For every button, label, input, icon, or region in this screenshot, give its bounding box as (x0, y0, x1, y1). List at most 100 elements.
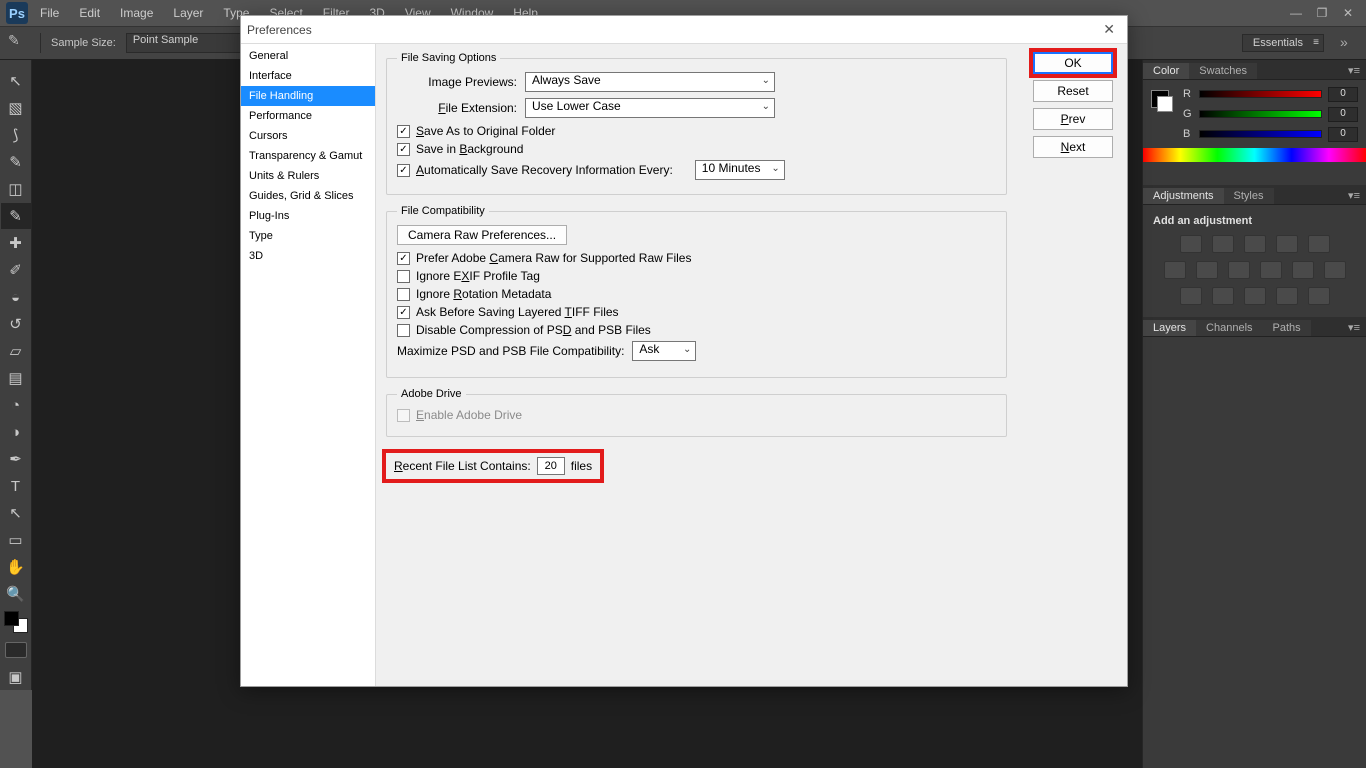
adj-colbal-icon[interactable] (1196, 261, 1218, 279)
foreground-background-colors[interactable] (1, 608, 31, 636)
gradient-tool[interactable]: ▤ (1, 365, 31, 391)
nav-guides[interactable]: Guides, Grid & Slices (241, 186, 375, 206)
maximize-icon[interactable]: ❐ (1314, 6, 1330, 20)
image-previews-select[interactable]: Always Save⌄ (525, 72, 775, 92)
save-bg-checkbox[interactable]: ✓ (397, 143, 410, 156)
r-value[interactable]: 0 (1328, 87, 1358, 102)
adj-curves-icon[interactable] (1244, 235, 1266, 253)
tab-paths[interactable]: Paths (1263, 320, 1311, 336)
type-tool[interactable]: T (1, 473, 31, 499)
ask-tiff-checkbox[interactable]: ✓ (397, 306, 410, 319)
adj-vibrance-icon[interactable] (1308, 235, 1330, 253)
nav-plugins[interactable]: Plug-Ins (241, 206, 375, 226)
nav-file-handling[interactable]: File Handling (241, 86, 375, 106)
minimize-icon[interactable]: — (1288, 6, 1304, 20)
eraser-tool[interactable]: ▱ (1, 338, 31, 364)
quickmask-toggle[interactable] (1, 637, 31, 663)
tab-adjustments[interactable]: Adjustments (1143, 188, 1224, 204)
prev-button[interactable]: Prev (1033, 108, 1113, 130)
close-icon[interactable]: ✕ (1340, 6, 1356, 20)
hand-tool[interactable]: ✋ (1, 554, 31, 580)
move-tool[interactable]: ↖ (1, 68, 31, 94)
close-icon[interactable]: ✕ (1097, 19, 1121, 40)
panel-menu-icon[interactable]: ▾≡ (1342, 62, 1366, 79)
nav-interface[interactable]: Interface (241, 66, 375, 86)
autosave-checkbox[interactable]: ✓ (397, 164, 410, 177)
search-icon[interactable]: » (1340, 34, 1358, 52)
workspace-select[interactable]: Essentials (1242, 34, 1324, 52)
adjustments-label: Add an adjustment (1153, 215, 1356, 227)
reset-button[interactable]: Reset (1033, 80, 1113, 102)
tab-styles[interactable]: Styles (1224, 188, 1274, 204)
adj-lookup-icon[interactable] (1324, 261, 1346, 279)
history-brush-tool[interactable]: ↺ (1, 311, 31, 337)
ok-button[interactable]: OK (1033, 52, 1113, 74)
adj-thresh-icon[interactable] (1244, 287, 1266, 305)
clone-tool[interactable]: ◒ (1, 284, 31, 310)
tab-layers[interactable]: Layers (1143, 320, 1196, 336)
ignore-exif-checkbox[interactable] (397, 270, 410, 283)
panel-menu-icon[interactable]: ▾≡ (1342, 187, 1366, 204)
nav-cursors[interactable]: Cursors (241, 126, 375, 146)
autosave-interval-select[interactable]: 10 Minutes⌄ (695, 160, 785, 180)
blur-tool[interactable]: ◔ (1, 392, 31, 418)
nav-general[interactable]: General (241, 46, 375, 66)
adj-levels-icon[interactable] (1212, 235, 1234, 253)
tab-channels[interactable]: Channels (1196, 320, 1262, 336)
ignore-rotation-checkbox[interactable] (397, 288, 410, 301)
adj-gradmap-icon[interactable] (1276, 287, 1298, 305)
sample-size-select[interactable]: Point Sample (126, 33, 256, 53)
adj-hue-icon[interactable] (1164, 261, 1186, 279)
camera-raw-prefs-button[interactable]: Camera Raw Preferences... (397, 225, 567, 245)
path-select-tool[interactable]: ↖ (1, 500, 31, 526)
adj-chmix-icon[interactable] (1292, 261, 1314, 279)
g-slider[interactable] (1199, 110, 1322, 118)
shape-tool[interactable]: ▭ (1, 527, 31, 553)
zoom-tool[interactable]: 🔍 (1, 581, 31, 607)
recent-file-count-input[interactable] (537, 457, 565, 475)
adj-invert-icon[interactable] (1180, 287, 1202, 305)
nav-performance[interactable]: Performance (241, 106, 375, 126)
nav-units[interactable]: Units & Rulers (241, 166, 375, 186)
b-slider[interactable] (1199, 130, 1322, 138)
panel-menu-icon[interactable]: ▾≡ (1342, 319, 1366, 336)
b-value[interactable]: 0 (1328, 127, 1358, 142)
menu-layer[interactable]: Layer (165, 4, 211, 22)
lasso-tool[interactable]: ⟆ (1, 122, 31, 148)
dodge-tool[interactable]: ◑ (1, 419, 31, 445)
file-extension-select[interactable]: Use Lower Case⌄ (525, 98, 775, 118)
crop-tool[interactable]: ◫ (1, 176, 31, 202)
brush-tool[interactable]: ✐ (1, 257, 31, 283)
tab-swatches[interactable]: Swatches (1189, 63, 1257, 79)
adj-poster-icon[interactable] (1212, 287, 1234, 305)
eyedropper-tool[interactable]: ✎ (1, 203, 31, 229)
nav-type[interactable]: Type (241, 226, 375, 246)
adj-brightness-icon[interactable] (1180, 235, 1202, 253)
screen-mode-toggle[interactable]: ▣ (1, 664, 31, 690)
color-fgbg-icon[interactable] (1151, 90, 1169, 108)
nav-transparency[interactable]: Transparency & Gamut (241, 146, 375, 166)
quickselect-tool[interactable]: ✎ (1, 149, 31, 175)
color-spectrum[interactable] (1143, 148, 1366, 162)
marquee-tool[interactable]: ▧ (1, 95, 31, 121)
g-value[interactable]: 0 (1328, 107, 1358, 122)
healing-tool[interactable]: ✚ (1, 230, 31, 256)
r-slider[interactable] (1199, 90, 1322, 98)
save-original-checkbox[interactable]: ✓ (397, 125, 410, 138)
enable-adobe-drive-checkbox (397, 409, 410, 422)
menu-edit[interactable]: Edit (71, 4, 108, 22)
disable-compression-checkbox[interactable] (397, 324, 410, 337)
nav-3d[interactable]: 3D (241, 246, 375, 266)
file-saving-legend: File Saving Options (397, 52, 500, 64)
pen-tool[interactable]: ✒ (1, 446, 31, 472)
adj-exposure-icon[interactable] (1276, 235, 1298, 253)
prefer-raw-checkbox[interactable]: ✓ (397, 252, 410, 265)
next-button[interactable]: Next (1033, 136, 1113, 158)
adj-bw-icon[interactable] (1228, 261, 1250, 279)
menu-image[interactable]: Image (112, 4, 161, 22)
adj-selcol-icon[interactable] (1308, 287, 1330, 305)
adj-photo-icon[interactable] (1260, 261, 1282, 279)
menu-file[interactable]: File (32, 4, 67, 22)
tab-color[interactable]: Color (1143, 63, 1189, 79)
max-compat-select[interactable]: Ask⌄ (632, 341, 696, 361)
